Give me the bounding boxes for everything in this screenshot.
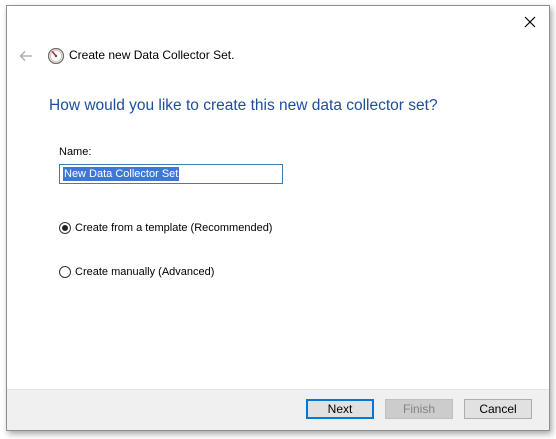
radio-dot xyxy=(62,225,68,231)
wizard-footer: Next Finish Cancel xyxy=(7,389,549,430)
name-input-value: New Data Collector Set xyxy=(63,167,180,181)
name-label: Name: xyxy=(59,146,92,158)
close-button[interactable] xyxy=(515,10,545,34)
radio-button-selected[interactable] xyxy=(59,222,71,234)
back-arrow-icon xyxy=(19,51,32,61)
wizard-window: Create new Data Collector Set. How would… xyxy=(6,5,550,431)
radio-button-unselected[interactable] xyxy=(59,266,71,278)
performance-monitor-icon xyxy=(47,47,65,65)
back-button[interactable] xyxy=(17,47,35,65)
page-heading: How would you like to create this new da… xyxy=(49,97,438,114)
radio-label-template: Create from a template (Recommended) xyxy=(75,222,273,234)
radio-create-manually[interactable]: Create manually (Advanced) xyxy=(59,266,214,278)
close-icon xyxy=(524,16,536,28)
wizard-title: Create new Data Collector Set. xyxy=(69,48,235,62)
cancel-button[interactable]: Cancel xyxy=(464,399,532,419)
radio-label-manual: Create manually (Advanced) xyxy=(75,266,215,278)
radio-create-from-template[interactable]: Create from a template (Recommended) xyxy=(59,222,272,234)
finish-button[interactable]: Finish xyxy=(385,399,453,419)
next-button[interactable]: Next xyxy=(306,399,374,419)
name-input[interactable]: New Data Collector Set xyxy=(59,164,283,184)
